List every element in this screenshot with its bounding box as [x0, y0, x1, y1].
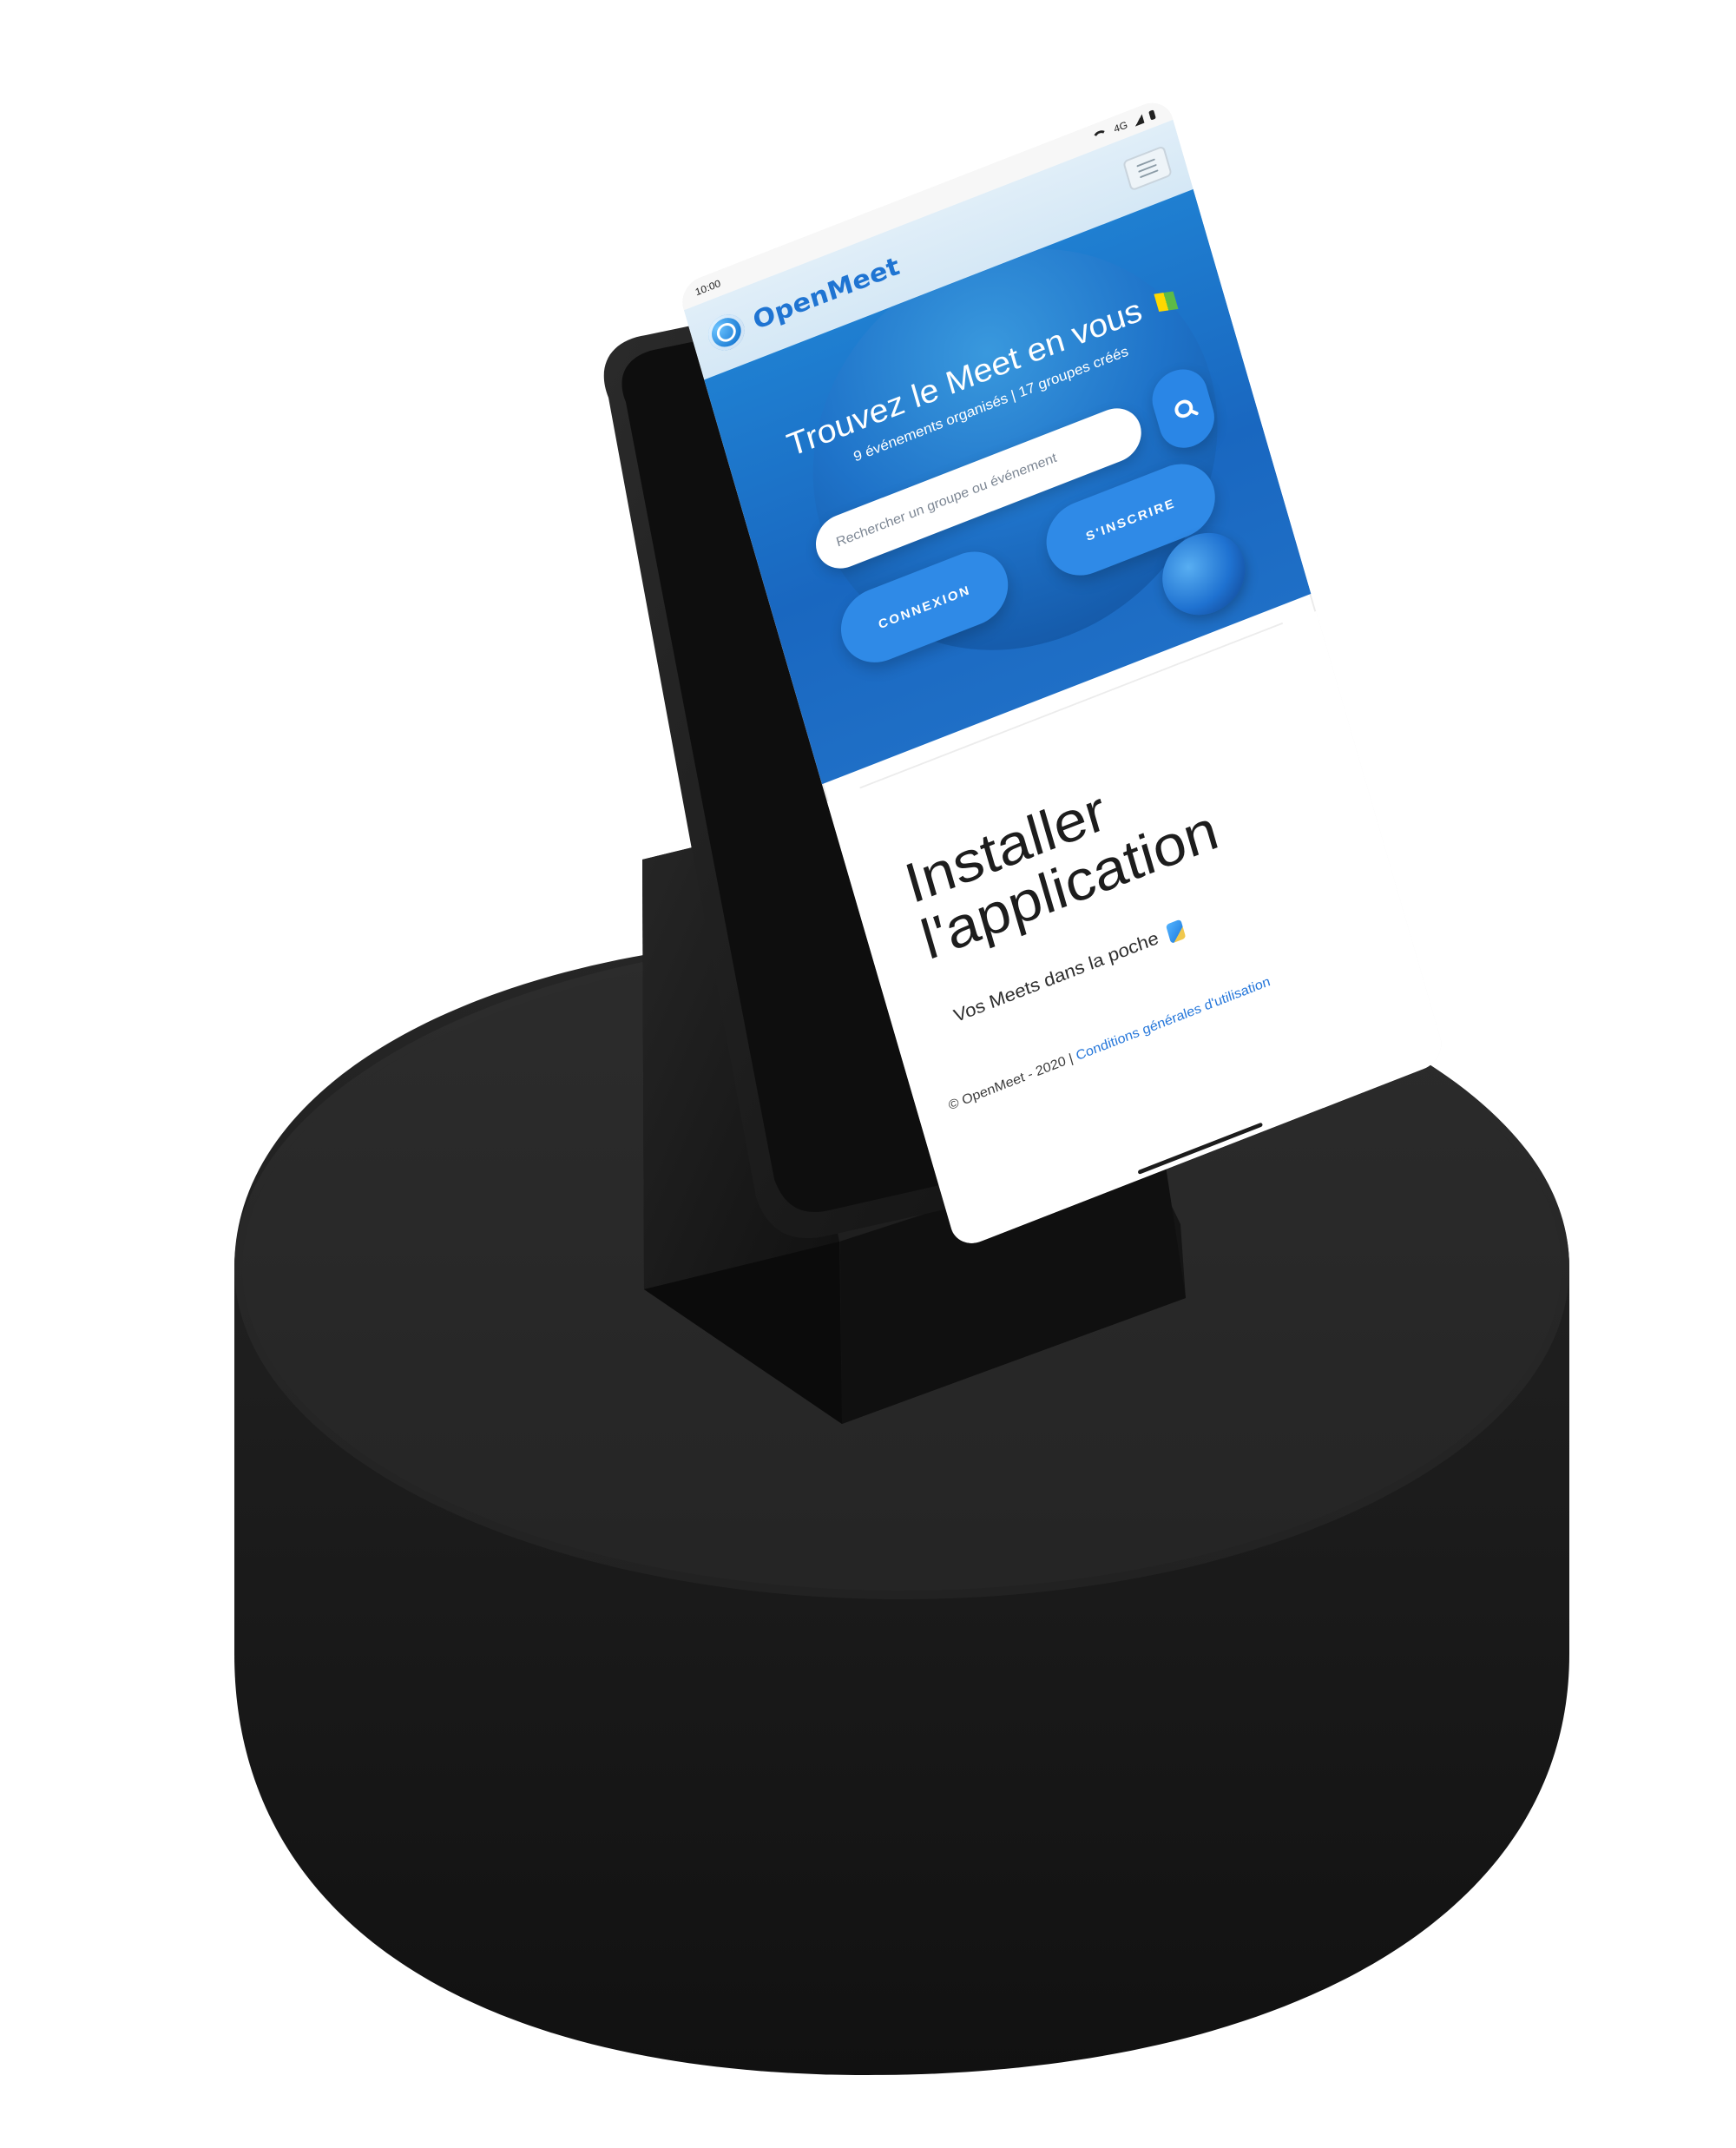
wifi-icon — [1091, 128, 1109, 142]
footer-copyright: © OpenMeet - 2020 | — [947, 1051, 1075, 1114]
product-scene: 10:00 4G OpenMeet Trouvez le Meet en vou… — [0, 0, 1736, 2148]
terms-link[interactable]: Conditions générales d'utilisation — [1075, 975, 1272, 1064]
menu-button[interactable] — [1122, 145, 1173, 192]
battery-icon — [1148, 109, 1156, 121]
status-time: 10:00 — [694, 277, 722, 299]
footer: © OpenMeet - 2020 | Conditions générales… — [947, 932, 1382, 1114]
signal-icon — [1132, 114, 1145, 127]
beginner-badge-icon — [1154, 287, 1178, 316]
network-label: 4G — [1112, 118, 1129, 135]
search-icon — [1172, 397, 1195, 421]
install-title: Installer l'application — [898, 709, 1313, 972]
pocket-icon — [1165, 919, 1187, 945]
logo-icon — [704, 308, 749, 356]
